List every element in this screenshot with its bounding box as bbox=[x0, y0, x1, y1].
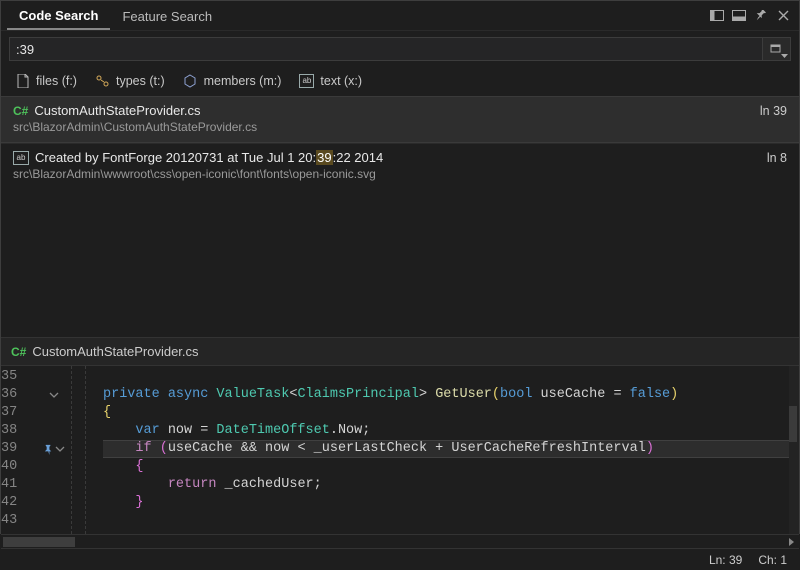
window-dock-left-icon[interactable] bbox=[707, 6, 727, 26]
status-col: Ch: 1 bbox=[758, 553, 787, 567]
results-list: C# CustomAuthStateProvider.cs ln 39 src\… bbox=[1, 96, 799, 189]
members-icon bbox=[183, 73, 198, 88]
fold-gutter[interactable] bbox=[45, 366, 63, 534]
result-line: ln 39 bbox=[760, 104, 787, 118]
close-icon[interactable] bbox=[773, 6, 793, 26]
filter-files-label: files (f:) bbox=[36, 74, 77, 88]
result-title: Created by FontForge 20120731 at Tue Jul… bbox=[35, 150, 383, 165]
filter-members-label: members (m:) bbox=[204, 74, 282, 88]
csharp-icon: C# bbox=[11, 345, 26, 359]
filter-types-label: types (t:) bbox=[116, 74, 165, 88]
file-icon bbox=[15, 73, 30, 88]
scroll-right-icon[interactable] bbox=[785, 535, 797, 549]
code-editor[interactable]: 353637383940414243 private async ValueTa… bbox=[1, 366, 799, 534]
preview-header: C# CustomAuthStateProvider.cs bbox=[1, 337, 799, 366]
search-row bbox=[1, 31, 799, 67]
tab-code-search[interactable]: Code Search bbox=[7, 2, 110, 30]
window-dock-bottom-icon[interactable] bbox=[729, 6, 749, 26]
titlebar: Code Search Feature Search bbox=[1, 1, 799, 31]
filter-text[interactable]: ab text (x:) bbox=[299, 73, 362, 88]
search-history-dropdown[interactable] bbox=[763, 37, 791, 61]
filter-members[interactable]: members (m:) bbox=[183, 73, 282, 88]
search-box[interactable] bbox=[9, 37, 763, 61]
result-item[interactable]: ab Created by FontForge 20120731 at Tue … bbox=[1, 143, 799, 189]
text-icon: ab bbox=[299, 73, 314, 88]
pin-icon[interactable] bbox=[751, 6, 771, 26]
tab-feature-search[interactable]: Feature Search bbox=[110, 3, 224, 29]
filter-types[interactable]: types (t:) bbox=[95, 73, 165, 88]
filter-row: files (f:) types (t:) members (m:) ab te… bbox=[1, 67, 799, 96]
line-number-gutter: 353637383940414243 bbox=[1, 366, 45, 534]
status-bar: Ln: 39 Ch: 1 bbox=[1, 548, 799, 570]
csharp-icon: C# bbox=[13, 104, 28, 118]
result-path: src\BlazorAdmin\wwwroot\css\open-iconic\… bbox=[13, 167, 787, 181]
code-area[interactable]: private async ValueTask<ClaimsPrincipal>… bbox=[103, 366, 799, 534]
filter-files[interactable]: files (f:) bbox=[15, 73, 77, 88]
preview-filename: CustomAuthStateProvider.cs bbox=[32, 344, 198, 359]
scrollbar-thumb[interactable] bbox=[3, 537, 75, 547]
horizontal-scrollbar[interactable] bbox=[1, 534, 799, 548]
types-icon bbox=[95, 73, 110, 88]
indent-guides bbox=[63, 366, 103, 534]
status-line: Ln: 39 bbox=[709, 553, 742, 567]
result-path: src\BlazorAdmin\CustomAuthStateProvider.… bbox=[13, 120, 787, 134]
text-match-icon: ab bbox=[13, 151, 29, 165]
result-title: CustomAuthStateProvider.cs bbox=[34, 103, 200, 118]
filter-text-label: text (x:) bbox=[320, 74, 362, 88]
result-item[interactable]: C# CustomAuthStateProvider.cs ln 39 src\… bbox=[1, 96, 799, 143]
search-input[interactable] bbox=[16, 42, 756, 57]
result-line: ln 8 bbox=[767, 151, 787, 165]
minimap[interactable] bbox=[789, 366, 799, 534]
